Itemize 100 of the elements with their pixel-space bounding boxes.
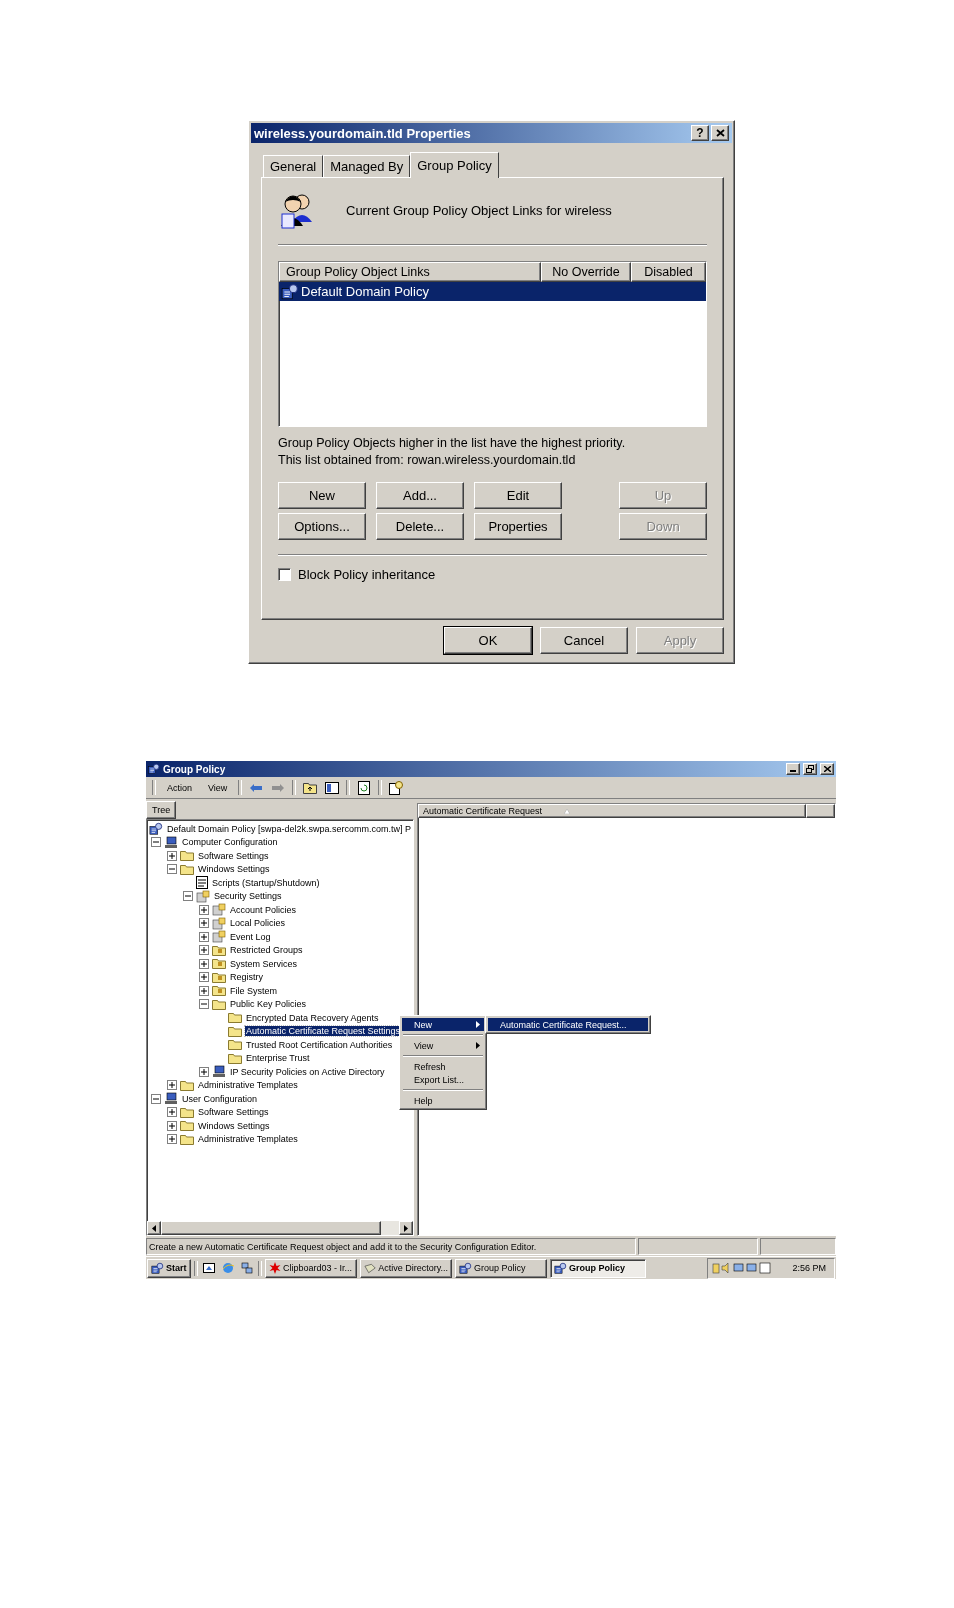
- tree-item[interactable]: Encrypted Data Recovery Agents: [245, 1012, 380, 1023]
- tree-item[interactable]: Restricted Groups: [229, 945, 304, 956]
- policy-icon: [554, 1261, 567, 1275]
- checkbox[interactable]: [278, 568, 291, 581]
- expand-toggle[interactable]: [199, 972, 209, 983]
- tree-item[interactable]: Security Settings: [213, 891, 283, 902]
- tree-tab[interactable]: Tree: [146, 801, 177, 819]
- plus-icon: [201, 1068, 207, 1075]
- expand-toggle[interactable]: [199, 1066, 209, 1077]
- dialog-button[interactable]: Options...: [278, 513, 366, 540]
- tree-item[interactable]: Public Key Policies: [229, 999, 308, 1010]
- tree-item[interactable]: Local Policies: [229, 918, 287, 929]
- taskbar-button[interactable]: Clipboard03 - Ir...: [265, 1258, 357, 1278]
- desktop-icon[interactable]: [201, 1260, 217, 1276]
- tree-item[interactable]: Windows Settings: [197, 864, 271, 875]
- tree-item[interactable]: Event Log: [229, 931, 272, 942]
- expand-toggle[interactable]: [167, 1107, 177, 1118]
- context-menu-item[interactable]: Automatic Certificate Request...: [488, 1018, 648, 1031]
- tree-item[interactable]: Scripts (Startup/Shutdown): [211, 877, 321, 888]
- folder-icon: [212, 944, 226, 956]
- help-icon[interactable]: [388, 779, 405, 796]
- context-menu-item[interactable]: Refresh: [402, 1060, 484, 1073]
- left-arrow-icon[interactable]: [152, 1224, 156, 1232]
- dialog-button[interactable]: OK: [444, 627, 532, 654]
- taskbar-button[interactable]: Group Policy: [455, 1258, 547, 1278]
- tree-item[interactable]: File System: [229, 985, 278, 996]
- refresh-icon[interactable]: [356, 779, 373, 796]
- dialog-button[interactable]: New: [278, 482, 366, 509]
- expand-toggle[interactable]: [199, 958, 209, 969]
- tree-item[interactable]: Administrative Templates: [197, 1080, 299, 1091]
- right-arrow-icon[interactable]: [404, 1224, 408, 1232]
- expand-toggle[interactable]: [167, 850, 177, 861]
- taskbar-button[interactable]: Active Directory...: [360, 1258, 452, 1278]
- tree-item[interactable]: Enterprise Trust: [245, 1053, 311, 1064]
- tree-item[interactable]: Administrative Templates: [197, 1134, 299, 1145]
- tab[interactable]: Group Policy: [410, 152, 499, 178]
- dialog-button[interactable]: Edit: [474, 482, 562, 509]
- tree-item[interactable]: Software Settings: [197, 850, 270, 861]
- panes-icon[interactable]: [324, 779, 341, 796]
- plus-icon: [169, 1122, 175, 1129]
- start-button[interactable]: Start: [147, 1258, 191, 1278]
- help-button[interactable]: ?: [691, 125, 709, 141]
- collapse-toggle[interactable]: [151, 1093, 161, 1104]
- expand-toggle[interactable]: [199, 985, 209, 996]
- tree-item[interactable]: Trusted Root Certification Authorities: [245, 1039, 394, 1050]
- context-menu-item[interactable]: View: [402, 1039, 484, 1052]
- tree-item[interactable]: System Services: [229, 958, 299, 969]
- column-header[interactable]: No Override: [541, 262, 631, 282]
- folder-icon: [212, 958, 226, 970]
- folder-icon: [212, 971, 226, 983]
- collapse-toggle[interactable]: [183, 891, 193, 902]
- expand-toggle[interactable]: [167, 1134, 177, 1145]
- folder-icon: [228, 1012, 242, 1024]
- collapse-toggle[interactable]: [167, 864, 177, 875]
- tree-item[interactable]: User Configuration: [181, 1093, 259, 1104]
- minimize-button[interactable]: [786, 763, 800, 775]
- context-menu-item[interactable]: New: [402, 1018, 484, 1031]
- expand-toggle[interactable]: [167, 1080, 177, 1091]
- collapse-toggle[interactable]: [199, 999, 209, 1010]
- tree-item[interactable]: Computer Configuration: [181, 837, 279, 848]
- dialog-button[interactable]: Properties: [474, 513, 562, 540]
- folder-icon: [180, 863, 194, 875]
- expand-toggle[interactable]: [199, 904, 209, 915]
- sort-arrow-icon: [564, 808, 571, 814]
- tab[interactable]: Managed By: [323, 155, 411, 177]
- restore-button[interactable]: [803, 763, 817, 775]
- context-menu-item[interactable]: Export List...: [402, 1073, 484, 1086]
- collapse-toggle[interactable]: [151, 837, 161, 848]
- expand-toggle[interactable]: [199, 918, 209, 929]
- context-menu-item[interactable]: Help: [402, 1094, 484, 1107]
- expand-toggle[interactable]: [199, 945, 209, 956]
- checkbox-label: Block Policy inheritance: [298, 567, 436, 582]
- dialog-button[interactable]: Add...: [376, 482, 464, 509]
- security-icon: [212, 916, 226, 930]
- expand-toggle[interactable]: [199, 931, 209, 942]
- close-button[interactable]: [711, 125, 729, 141]
- close-button[interactable]: [820, 763, 834, 775]
- network-icon[interactable]: [239, 1260, 255, 1276]
- dialog-button[interactable]: Delete...: [376, 513, 464, 540]
- tree-item[interactable]: Automatic Certificate Request Settings: [245, 1026, 402, 1037]
- expand-toggle[interactable]: [167, 1120, 177, 1131]
- menu-item[interactable]: Action: [162, 781, 197, 794]
- tree-item[interactable]: Account Policies: [229, 904, 298, 915]
- tree-item[interactable]: Software Settings: [197, 1107, 270, 1118]
- column-header[interactable]: Disabled: [631, 262, 706, 282]
- tree-item[interactable]: IP Security Policies on Active Directory: [229, 1066, 386, 1077]
- menu-item[interactable]: View: [203, 781, 233, 794]
- plus-icon: [201, 974, 207, 981]
- tree-item[interactable]: Default Domain Policy [swpa-del2k.swpa.sercomm.com.tw] P: [166, 823, 413, 834]
- taskbar-button[interactable]: Group Policy: [550, 1258, 646, 1278]
- computer-icon: [212, 1065, 226, 1079]
- column-header[interactable]: Automatic Certificate Request: [418, 804, 806, 818]
- tab[interactable]: General: [263, 155, 324, 177]
- tree-item[interactable]: Windows Settings: [197, 1120, 271, 1131]
- column-header[interactable]: Group Policy Object Links: [279, 262, 541, 282]
- tree-item[interactable]: Registry: [229, 972, 264, 983]
- list-row[interactable]: Default Domain Policy: [279, 282, 706, 301]
- dialog-button[interactable]: Cancel: [540, 627, 628, 654]
- horizontal-scrollbar[interactable]: [147, 1221, 413, 1235]
- minus-icon: [185, 893, 191, 900]
